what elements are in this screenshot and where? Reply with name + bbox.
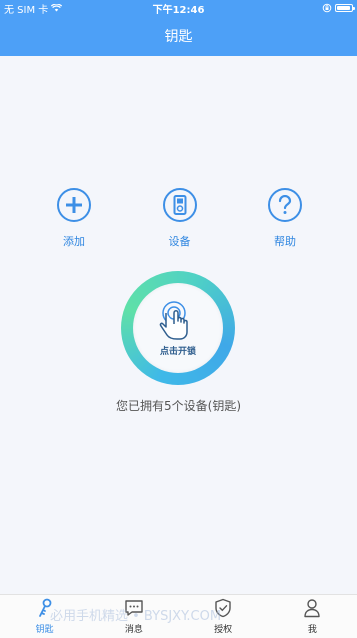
unlock-inner: 点击开锁 bbox=[133, 283, 223, 373]
plus-icon bbox=[57, 188, 91, 222]
help-label: 帮助 bbox=[274, 235, 296, 248]
person-icon bbox=[303, 598, 321, 618]
tab-me-label: 我 bbox=[307, 625, 317, 635]
rotation-lock-icon bbox=[322, 3, 332, 13]
wifi-icon bbox=[51, 4, 63, 12]
device-button[interactable]: 设备 bbox=[162, 188, 198, 249]
device-label: 设备 bbox=[168, 235, 191, 248]
message-icon bbox=[124, 598, 144, 618]
tab-messages-label: 消息 bbox=[124, 625, 143, 635]
battery-level bbox=[337, 6, 351, 10]
tab-bar: 钥匙 消息 授权 我 bbox=[0, 594, 357, 638]
tab-messages[interactable]: 消息 bbox=[109, 598, 159, 635]
tab-keys-label: 钥匙 bbox=[35, 625, 54, 635]
nav-bar: 钥匙 bbox=[0, 16, 357, 56]
tab-keys[interactable]: 钥匙 bbox=[20, 598, 70, 635]
add-button[interactable]: 添加 bbox=[56, 188, 92, 249]
device-icon bbox=[162, 188, 197, 222]
status-right bbox=[322, 3, 355, 13]
tab-me[interactable]: 我 bbox=[287, 598, 337, 635]
device-count-text: 您已拥有5个设备(钥匙) bbox=[116, 399, 241, 413]
hand-tap-icon bbox=[159, 300, 188, 340]
page-title: 钥匙 bbox=[164, 29, 193, 45]
key-icon bbox=[37, 598, 53, 618]
action-row: 添加 设备 帮助 bbox=[0, 188, 357, 249]
add-label: 添加 bbox=[63, 235, 85, 248]
status-left: 无 SIM 卡 bbox=[4, 1, 63, 16]
tab-authorize-label: 授权 bbox=[214, 625, 233, 635]
status-bar: 无 SIM 卡 下午12:46 bbox=[0, 0, 357, 16]
battery-icon bbox=[335, 4, 355, 12]
unlock-label: 点击开锁 bbox=[159, 346, 196, 357]
help-button[interactable]: 帮助 bbox=[267, 188, 303, 249]
carrier-text: 无 SIM 卡 bbox=[4, 4, 49, 16]
shield-icon bbox=[214, 598, 232, 618]
help-icon bbox=[268, 188, 302, 222]
main-content: 添加 设备 帮助 点击开锁 您已拥有5个设备(钥匙) bbox=[0, 56, 357, 594]
tab-authorize[interactable]: 授权 bbox=[198, 598, 248, 635]
unlock-button[interactable]: 点击开锁 bbox=[121, 271, 235, 385]
